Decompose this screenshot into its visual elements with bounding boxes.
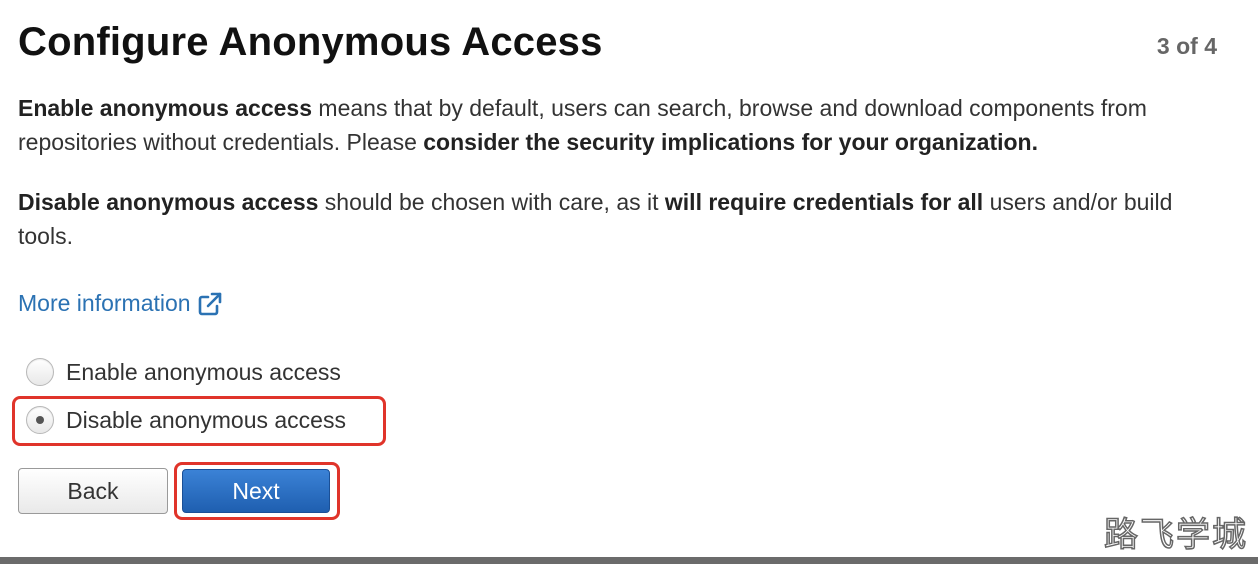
back-button[interactable]: Back (18, 468, 168, 514)
enable-anonymous-option[interactable]: Enable anonymous access (26, 358, 341, 386)
disable-description-text: should be chosen with care, as it (318, 189, 665, 215)
enable-description: Enable anonymous access means that by de… (18, 91, 1228, 159)
external-link-icon (198, 292, 221, 315)
more-information-label: More information (18, 290, 191, 316)
radio-highlight-box (12, 396, 386, 446)
next-highlight-box (174, 462, 340, 520)
enable-description-bold: Enable anonymous access (18, 95, 313, 121)
security-implications-bold: consider the security implications for y… (423, 129, 1038, 155)
disable-description-bold: Disable anonymous access (18, 189, 319, 215)
watermark: 路飞学城 (1103, 514, 1248, 556)
require-credentials-bold: will require credentials for all (664, 189, 984, 215)
disable-description: Disable anonymous access should be chose… (18, 185, 1228, 253)
page-title: Configure Anonymous Access (18, 20, 603, 64)
more-information-link[interactable]: More information (18, 290, 223, 317)
enable-anonymous-label: Enable anonymous access (66, 358, 341, 385)
enable-anonymous-radio[interactable] (26, 358, 54, 386)
step-indicator: 3 of 4 (1156, 33, 1217, 59)
bottom-divider (0, 557, 1258, 564)
